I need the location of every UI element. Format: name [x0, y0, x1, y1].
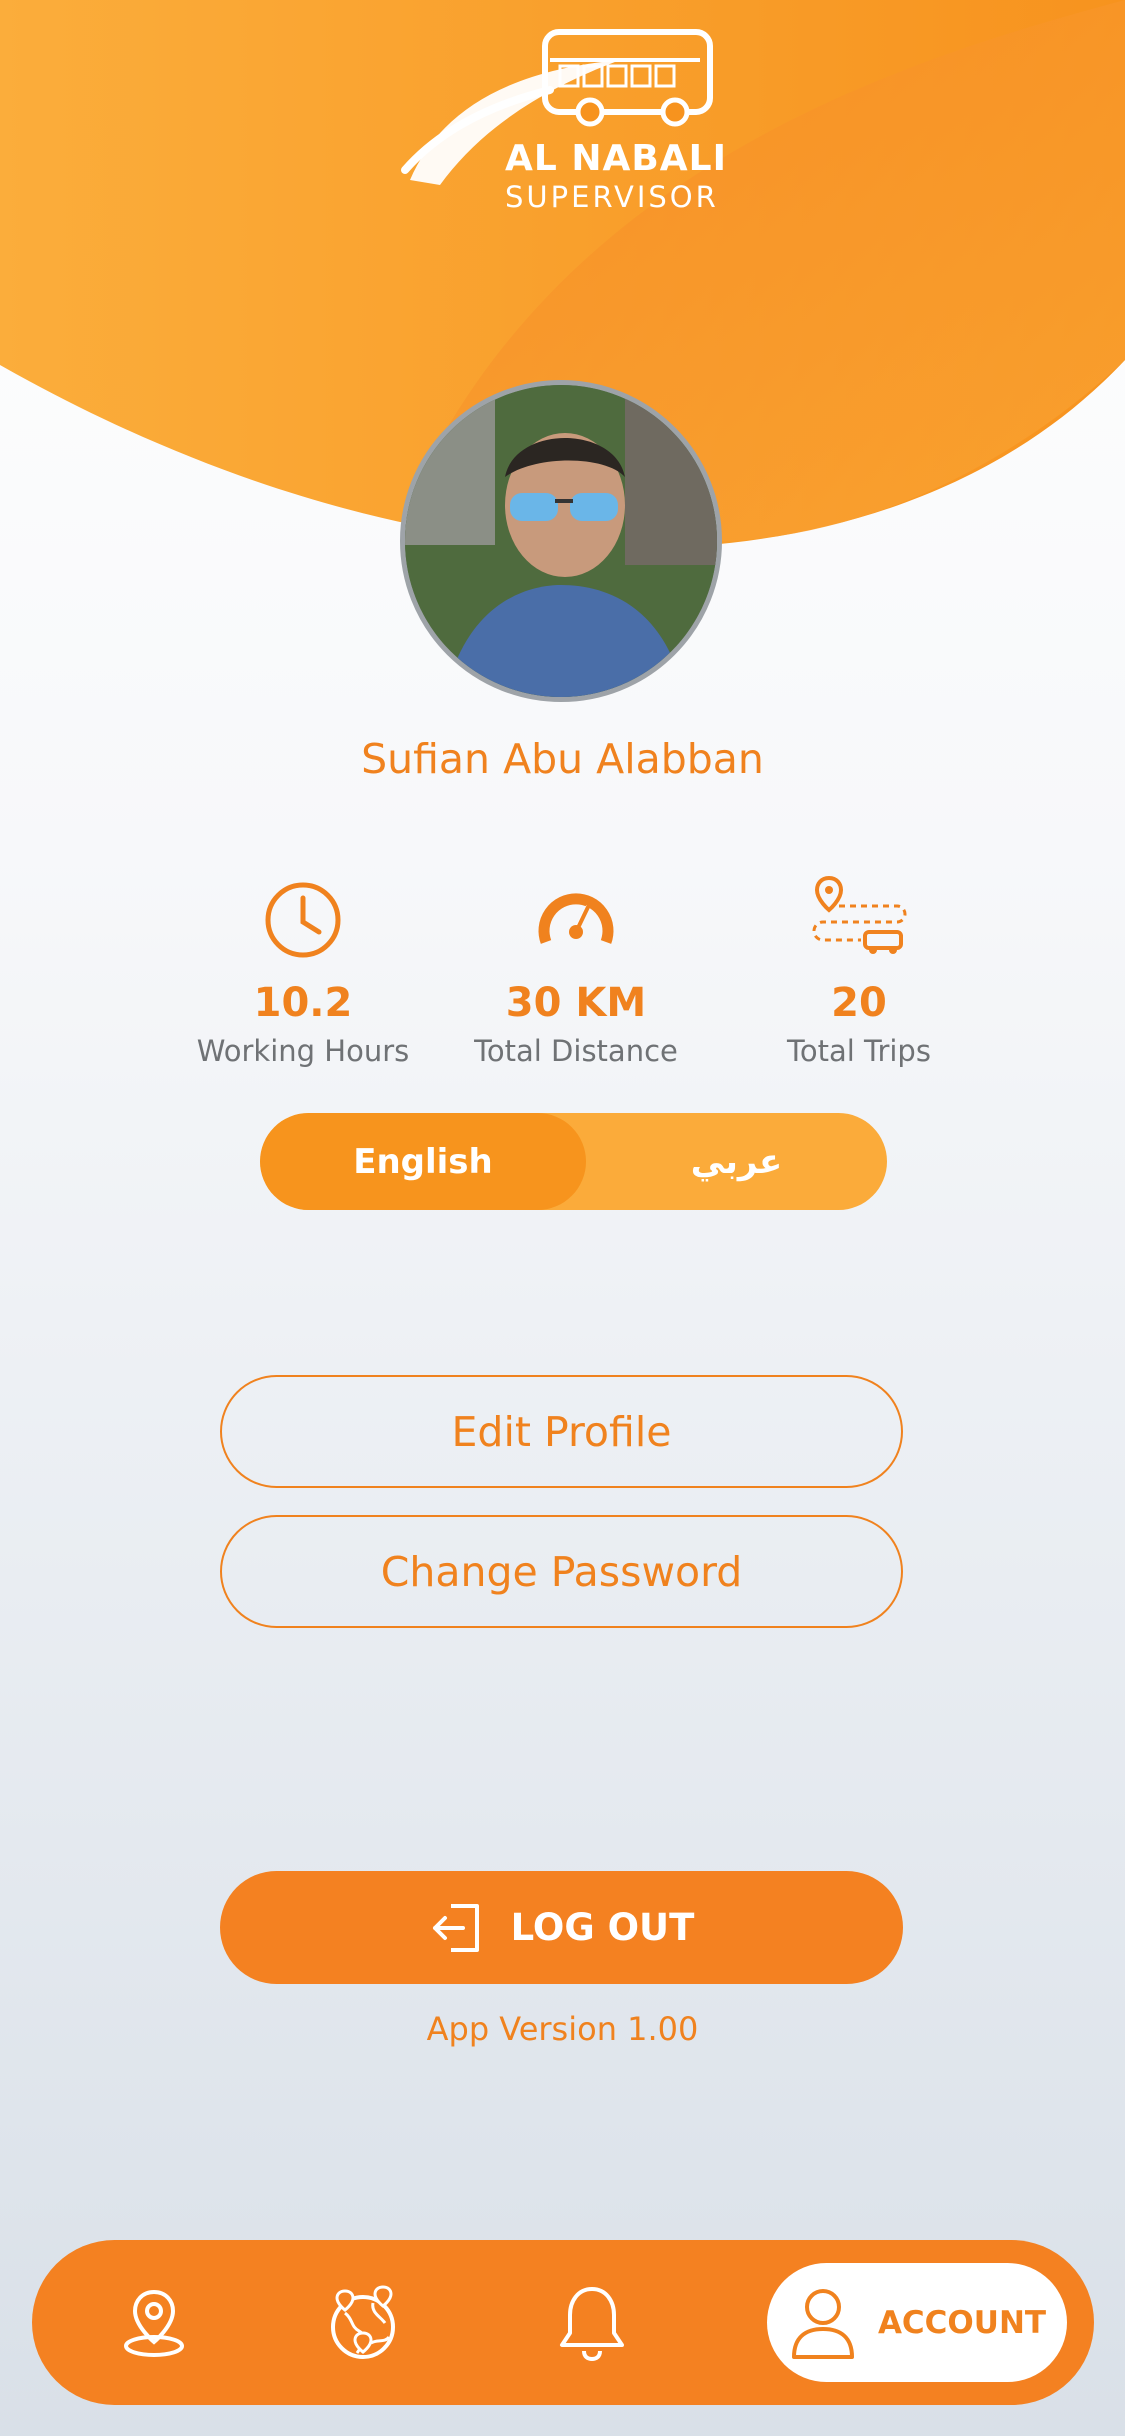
- nav-account-label: ACCOUNT: [877, 2304, 1047, 2341]
- language-english-option[interactable]: English: [260, 1113, 586, 1210]
- brand-title: AL NABALI: [505, 138, 727, 179]
- avatar-photo: [405, 385, 717, 697]
- user-icon: [791, 2288, 854, 2359]
- change-password-button[interactable]: Change Password: [220, 1515, 903, 1628]
- stat-label: Working Hours: [196, 1034, 410, 1068]
- stat-label: Total Distance: [474, 1034, 678, 1068]
- edit-profile-button[interactable]: Edit Profile: [220, 1375, 903, 1488]
- stat-working-hours: 10.2 Working Hours: [173, 870, 433, 1068]
- map-pin-icon: [124, 2289, 184, 2357]
- stat-total-trips: 20 Total Trips: [729, 870, 989, 1068]
- logout-label: LOG OUT: [510, 1906, 695, 1949]
- nav-notifications[interactable]: [532, 2240, 652, 2405]
- clock-icon: [265, 882, 341, 958]
- stat-label: Total Trips: [787, 1034, 931, 1068]
- nav-account[interactable]: ACCOUNT: [767, 2263, 1067, 2382]
- stat-value: 10.2: [253, 980, 353, 1026]
- speedometer-icon: [538, 893, 614, 944]
- stat-value: 30 KM: [505, 980, 647, 1026]
- stat-total-distance: 30 KM Total Distance: [446, 870, 706, 1068]
- stat-value: 20: [831, 980, 887, 1026]
- language-arabic-option[interactable]: عربي: [586, 1113, 887, 1210]
- route-bus-icon: [812, 875, 907, 954]
- logout-icon: [432, 1903, 479, 1952]
- bottom-nav: ACCOUNT: [32, 2240, 1094, 2405]
- bell-icon: [560, 2286, 624, 2361]
- avatar[interactable]: [400, 380, 722, 702]
- user-name: Sufian Abu Alabban: [361, 735, 764, 783]
- globe-route-icon: [331, 2284, 395, 2359]
- app-version: App Version 1.00: [426, 2010, 699, 2048]
- nav-routes[interactable]: [303, 2240, 423, 2405]
- nav-map[interactable]: [94, 2240, 214, 2405]
- brand-subtitle: SUPERVISOR: [505, 180, 719, 214]
- language-toggle[interactable]: English عربي: [260, 1113, 887, 1210]
- logout-button[interactable]: LOG OUT: [220, 1871, 903, 1984]
